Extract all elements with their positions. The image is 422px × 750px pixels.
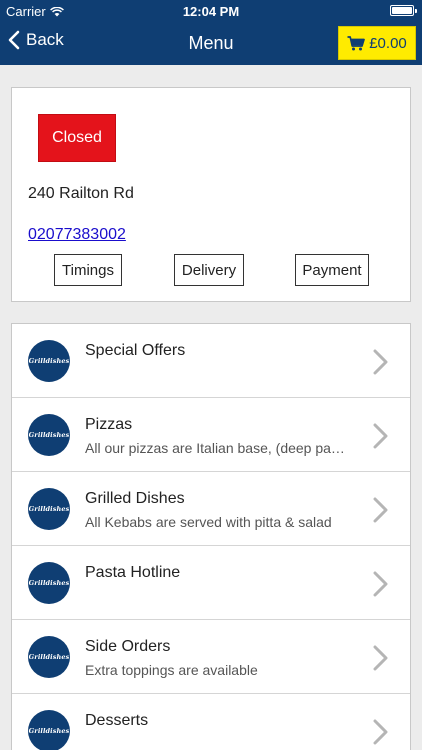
menu-item-title: Side Orders bbox=[85, 638, 171, 655]
restaurant-logo: Grilldishes bbox=[28, 414, 70, 456]
cart-button[interactable]: £0.00 bbox=[338, 26, 416, 60]
payment-button[interactable]: Payment bbox=[295, 254, 369, 286]
restaurant-logo: Grilldishes bbox=[28, 710, 70, 750]
status-time: 12:04 PM bbox=[182, 4, 240, 19]
menu-item-subtitle: All our pizzas are Italian base, (deep p… bbox=[85, 440, 345, 456]
restaurant-logo: Grilldishes bbox=[28, 340, 70, 382]
timings-button[interactable]: Timings bbox=[54, 254, 122, 286]
restaurant-logo: Grilldishes bbox=[28, 636, 70, 678]
menu-category-list: Grilldishes Special Offers Grilldishes P… bbox=[11, 323, 411, 750]
cart-icon bbox=[347, 35, 366, 50]
menu-item-pizzas[interactable]: Grilldishes Pizzas All our pizzas are It… bbox=[12, 398, 410, 472]
chevron-right-icon bbox=[373, 497, 388, 523]
menu-item-title: Grilled Dishes bbox=[85, 490, 185, 507]
cart-total: £0.00 bbox=[369, 34, 407, 52]
menu-item-desserts[interactable]: Grilldishes Desserts bbox=[12, 694, 410, 750]
menu-item-title: Pizzas bbox=[85, 416, 133, 433]
menu-item-title: Pasta Hotline bbox=[85, 564, 181, 581]
menu-item-special-offers[interactable]: Grilldishes Special Offers bbox=[12, 324, 410, 398]
menu-item-title: Desserts bbox=[85, 712, 149, 729]
menu-item-subtitle: Extra toppings are available bbox=[85, 662, 258, 678]
menu-item-pasta-hotline[interactable]: Grilldishes Pasta Hotline bbox=[12, 546, 410, 620]
menu-item-subtitle: All Kebabs are served with pitta & salad bbox=[85, 514, 332, 530]
delivery-button[interactable]: Delivery bbox=[174, 254, 244, 286]
status-badge: Closed bbox=[38, 114, 116, 162]
menu-item-side-orders[interactable]: Grilldishes Side Orders Extra toppings a… bbox=[12, 620, 410, 694]
nav-bar: Back Menu £0.00 bbox=[0, 22, 422, 65]
chevron-right-icon bbox=[373, 423, 388, 449]
restaurant-logo: Grilldishes bbox=[28, 488, 70, 530]
chevron-right-icon bbox=[373, 645, 388, 671]
restaurant-logo: Grilldishes bbox=[28, 562, 70, 604]
chevron-right-icon bbox=[373, 719, 388, 745]
battery-icon bbox=[390, 5, 417, 16]
chevron-right-icon bbox=[373, 349, 388, 375]
chevron-right-icon bbox=[373, 571, 388, 597]
status-bar: Carrier 12:04 PM bbox=[0, 0, 422, 22]
restaurant-address: 240 Railton Rd bbox=[28, 185, 134, 202]
menu-item-grilled-dishes[interactable]: Grilldishes Grilled Dishes All Kebabs ar… bbox=[12, 472, 410, 546]
menu-item-title: Special Offers bbox=[85, 342, 186, 359]
restaurant-info-card: Closed 240 Railton Rd 02077383002 Timing… bbox=[11, 87, 411, 302]
phone-link[interactable]: 02077383002 bbox=[28, 226, 126, 244]
